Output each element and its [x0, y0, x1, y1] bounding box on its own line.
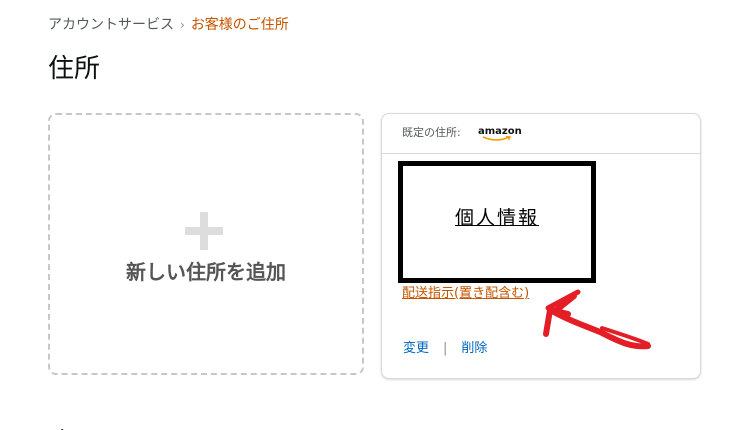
add-address-card[interactable]: 新しい住所を追加	[48, 113, 364, 375]
page-title: 住所	[48, 54, 101, 84]
breadcrumb-separator: ›	[180, 18, 185, 32]
delivery-instructions-link[interactable]: 配送指示(置き配含む)	[402, 285, 529, 303]
default-address-label: 既定の住所:	[402, 126, 461, 139]
edit-address-link[interactable]: 変更	[403, 341, 429, 356]
footer-partial-text	[48, 422, 78, 430]
amazon-logo: amazon	[478, 126, 522, 144]
address-actions: 変更 | 削除	[403, 340, 487, 358]
add-address-label: 新しい住所を追加	[126, 260, 286, 284]
action-separator: |	[443, 341, 448, 356]
delete-address-link[interactable]: 削除	[461, 341, 487, 356]
breadcrumb: アカウントサービス › お客様のご住所	[48, 16, 289, 34]
breadcrumb-current: お客様のご住所	[190, 17, 289, 33]
breadcrumb-account-services[interactable]: アカウントサービス	[48, 17, 174, 33]
redacted-personal-info: 個人情報	[454, 207, 539, 229]
redaction-box: 個人情報	[398, 161, 596, 283]
amazon-smile-icon	[482, 136, 512, 141]
plus-icon	[185, 212, 223, 250]
red-arrow-annotation	[543, 289, 651, 350]
address-card-header: 既定の住所: amazon	[382, 114, 700, 154]
